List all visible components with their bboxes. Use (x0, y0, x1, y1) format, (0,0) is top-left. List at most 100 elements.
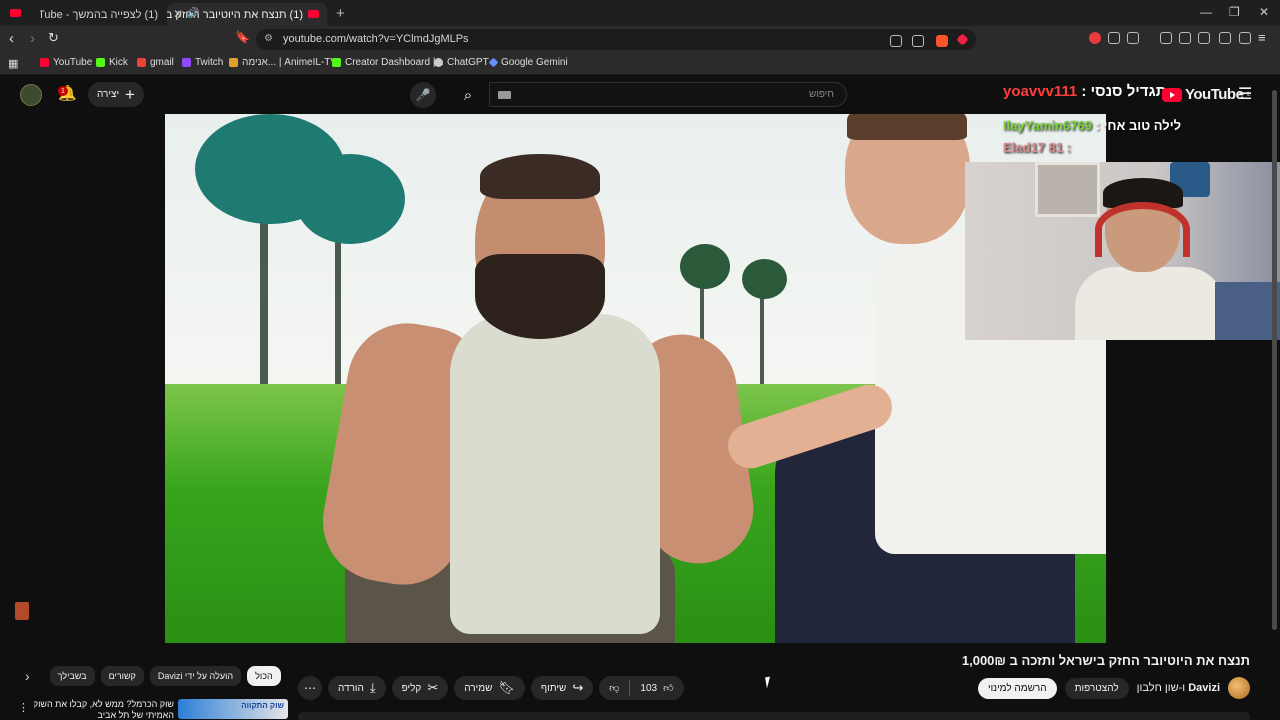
thumbs-up-icon: 👍︎ (663, 683, 674, 694)
filter-chip-uploader[interactable]: הועלה על ידי Davizi (149, 666, 242, 686)
brave-rewards-icon[interactable] (956, 33, 969, 46)
recommended-title-line: האמיתי של תל אביב (97, 710, 174, 720)
like-dislike-group: 👍︎ 103 👎︎ (599, 676, 684, 700)
description-preview[interactable] (298, 712, 1250, 720)
menu-icon[interactable]: ≡ (1258, 30, 1266, 45)
bookmark-gmail[interactable]: gmail (137, 57, 174, 68)
recommended-title[interactable]: שוק הכרמל? ממש לא, קבלו את השוק האמיתי ש… (34, 699, 174, 720)
bookmark-twitch[interactable]: Twitch (182, 57, 223, 68)
address-bar[interactable]: ⚙ youtube.com/watch?v=YClmdJgMLPs (256, 29, 976, 50)
browser-tab-strip: (1) לצפייה בהמשך - YouTube (1) תנצח את ה… (0, 0, 1280, 26)
close-window-icon[interactable]: ✕ (1259, 5, 1269, 19)
animeil-bookmark-icon (229, 58, 238, 67)
site-settings-icon[interactable]: ⚙ (264, 33, 273, 44)
bookmark-icon[interactable]: 🔖 (235, 30, 250, 44)
streamer-webcam (965, 162, 1280, 340)
download-icon: ⤓ (369, 680, 376, 695)
account-avatar[interactable] (20, 84, 42, 106)
extension-puzzle-icon[interactable] (1108, 32, 1120, 44)
clip-button[interactable]: ✂ קליפ (391, 676, 449, 700)
join-button[interactable]: להצטרפות (1064, 677, 1129, 699)
browser-menu-icon[interactable] (10, 9, 21, 17)
voice-search-button[interactable]: 🎤 (410, 82, 436, 108)
related-filter-chips: הכול הועלה על ידי Davizi קשורים בשבילך ‹ (25, 665, 281, 687)
brave-shields-icon[interactable] (936, 35, 948, 47)
chat-text: : 81 (1048, 140, 1071, 155)
create-button[interactable]: + יצירה (88, 82, 144, 107)
tab-watch-later[interactable]: (1) לצפייה בהמשך - YouTube (40, 3, 166, 26)
minimize-icon[interactable]: — (1200, 5, 1212, 19)
media-control-icon[interactable] (1160, 32, 1172, 44)
share-button[interactable]: ↪ שיתוף (530, 676, 594, 700)
kick-bookmark-icon (332, 58, 341, 67)
video-subject-man (275, 144, 795, 643)
thumbnail-text: שוק התקווה (241, 701, 284, 710)
keyboard-icon[interactable] (498, 91, 511, 99)
bookmark-youtube[interactable]: YouTube (40, 57, 92, 68)
chat-user: IlayYamin6769 (1003, 118, 1092, 133)
bookmark-label: YouTube (53, 57, 93, 68)
bookmark-animeil[interactable]: אנימה... | AnimeIL-TV (229, 57, 337, 68)
share-page-icon[interactable] (912, 35, 924, 47)
tab-current-video[interactable]: (1) תנצח את היוטיובר החזק ב 🔊 ✕ (167, 3, 327, 26)
download-button[interactable]: ⤓ הורדה (328, 676, 386, 700)
save-button[interactable]: 🔖︎ שמירה (454, 676, 525, 700)
extension-record-icon[interactable] (1089, 32, 1101, 44)
more-actions-button[interactable]: ⋯ (298, 676, 322, 700)
apps-grid-icon[interactable]: ▦ (8, 57, 18, 70)
url-text: youtube.com/watch?v=YClmdJgMLPs (283, 33, 469, 45)
new-tab-icon[interactable]: + (336, 5, 345, 22)
bookmark-gemini[interactable]: Google Gemini (488, 57, 568, 68)
save-label: שמירה (464, 682, 493, 694)
sidebar-icon[interactable] (1179, 32, 1191, 44)
recommended-thumbnail[interactable]: שוק התקווה (178, 699, 288, 719)
page-scrollbar[interactable] (1272, 80, 1277, 640)
like-button[interactable]: 👍︎ 103 (630, 676, 683, 700)
close-tab-icon[interactable]: ✕ (173, 7, 183, 21)
recommended-video[interactable]: שוק התקווה שוק הכרמל? ממש לא, קבלו את הש… (18, 699, 288, 720)
dislike-button[interactable]: 👎︎ (599, 676, 629, 700)
channel-avatar[interactable] (1228, 677, 1250, 699)
bookmarks-bar: ▦ YouTube Kick gmail Twitch אנימה... | A… (0, 53, 1280, 75)
download-label: הורדה (338, 682, 364, 694)
more-icon: ⋯ (304, 681, 316, 695)
youtube-favicon-icon (308, 10, 319, 18)
forward-icon[interactable]: › (30, 30, 35, 47)
scissors-icon: ✂ (427, 680, 439, 695)
wallet-icon[interactable] (1198, 32, 1210, 44)
search-button[interactable]: ⌕ (448, 82, 488, 108)
channel-row: Davizi ו-שון חלבון להצטרפות הרשמה למינוי (977, 676, 1250, 700)
youtube-bookmark-icon (40, 58, 49, 67)
bookmark-chatgpt[interactable]: ChatGPT (434, 57, 489, 68)
share-label: שיתוף (540, 682, 567, 694)
bookmark-label: Google Gemini (501, 57, 568, 68)
cast-icon[interactable] (890, 35, 902, 47)
scrollbar-thumb[interactable] (1272, 90, 1277, 630)
reload-icon[interactable]: ↻ (48, 30, 59, 46)
tab-label: (1) לצפייה בהמשך - YouTube (40, 8, 158, 21)
filter-chip-for-you[interactable]: בשבילך (49, 666, 95, 686)
bookmark-creator-dashboard[interactable]: Creator Dashboard |... (332, 57, 444, 68)
chevron-left-icon[interactable]: ‹ (25, 668, 30, 684)
speaker-icon[interactable]: 🔊 (187, 8, 199, 19)
guide-menu-icon[interactable]: ☰ (1238, 84, 1252, 104)
search-input[interactable]: חיפוש (489, 82, 847, 107)
channel-name[interactable]: Davizi ו-שון חלבון (1137, 682, 1220, 694)
youtube-header: 🔔 1 + יצירה 🎤 ⌕ חיפוש תגדיל סנסי : yoavv… (0, 76, 1280, 114)
back-icon[interactable]: ‹ (9, 30, 14, 47)
subscribe-button[interactable]: הרשמה למינוי (977, 677, 1057, 699)
restore-icon[interactable]: ❐ (1229, 5, 1240, 19)
leo-ai-icon[interactable] (1219, 32, 1231, 44)
extension-screenshot-icon[interactable] (1127, 32, 1139, 44)
filter-chip-related[interactable]: קשורים (100, 666, 144, 686)
watch-metadata: תנצח את היוטיובר החזק בישראל ותזכה ב 1,0… (0, 644, 1280, 720)
like-divider (629, 680, 631, 696)
filter-chip-all[interactable]: הכול (247, 666, 281, 686)
gemini-bookmark-icon (488, 57, 499, 68)
more-vert-icon[interactable]: ⋮ (18, 701, 29, 714)
goal-user: yoavvv111 (1003, 83, 1078, 100)
twitch-bookmark-icon (182, 58, 191, 67)
vpn-icon[interactable] (1239, 32, 1251, 44)
channel-title: Davizi (1188, 682, 1220, 694)
bookmark-kick[interactable]: Kick (96, 57, 128, 68)
